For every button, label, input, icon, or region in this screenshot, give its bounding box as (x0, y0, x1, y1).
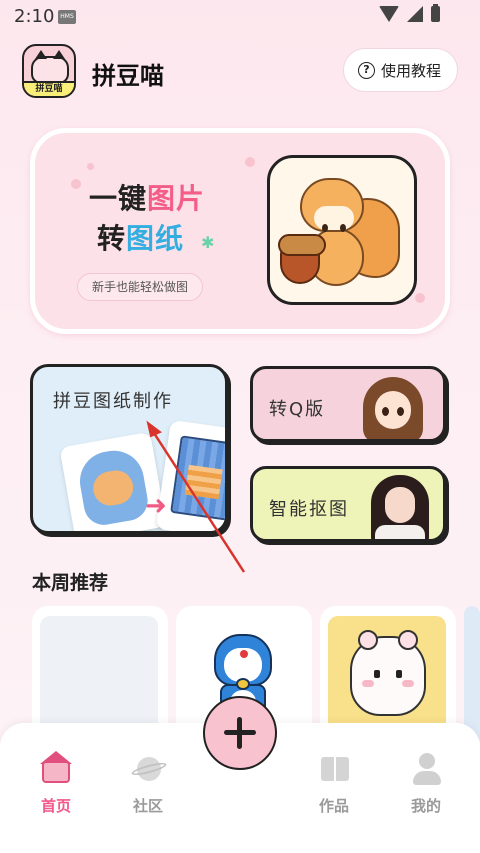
squirrel-eye (322, 224, 328, 232)
hamster-pixel-image (328, 616, 446, 736)
recommend-placeholder-image (40, 616, 158, 736)
squirrel-illustration (267, 155, 417, 305)
smart-cutout-title: 智能抠图 (269, 499, 349, 520)
photo-body (375, 525, 425, 539)
hms-badge: HMS (58, 10, 76, 24)
photo-face (385, 487, 415, 523)
nav-mine[interactable]: 我的 (386, 751, 466, 816)
help-icon: ? (357, 61, 375, 79)
squirrel-head (300, 178, 364, 232)
hamster-cheek (362, 680, 374, 687)
app-title: 拼豆喵 (92, 62, 164, 90)
hamster-eye (374, 670, 380, 678)
book-shape (321, 757, 349, 781)
cat-photo-image (75, 445, 151, 529)
home-icon (39, 751, 73, 785)
wifi-icon (379, 6, 399, 22)
pixel-cat-image (170, 435, 225, 521)
hamster-eye (396, 670, 402, 678)
hamster-cheek (402, 680, 414, 687)
status-icons (379, 4, 440, 22)
tutorial-label: 使用教程 (380, 61, 441, 80)
girl-photo-image (367, 471, 433, 539)
nav-mine-label: 我的 (410, 797, 441, 815)
plus-icon-vertical (237, 717, 242, 749)
nav-community[interactable]: 社区 (108, 751, 188, 816)
convert-arrow-icon: ➜ (145, 491, 167, 521)
nav-home[interactable]: 首页 (16, 751, 96, 816)
nav-community-label: 社区 (132, 797, 163, 815)
doraemon-nose (240, 650, 248, 658)
bead-pattern-maker-title: 拼豆图纸制作 (53, 391, 173, 412)
hero-headline-1: 一键图片 (89, 177, 205, 217)
chibi-girl-image (359, 375, 427, 439)
hero-line2-highlight: 图纸 (126, 222, 185, 255)
community-icon (130, 751, 168, 785)
battery-icon (431, 4, 440, 22)
tutorial-button[interactable]: ? 使用教程 (342, 48, 458, 92)
doraemon-bell (236, 678, 250, 690)
q-style-title: 转Q版 (269, 399, 326, 420)
decor-dot (245, 157, 255, 167)
home-shape (42, 761, 70, 783)
hamster-figure (350, 630, 426, 716)
cat-logo-icon (31, 50, 69, 84)
chibi-face (375, 391, 411, 429)
cellular-icon (407, 6, 423, 22)
sparkle-icon: ✱ (201, 233, 215, 252)
status-time: 2:10 (14, 6, 55, 27)
hero-line1-highlight: 图片 (147, 182, 206, 215)
user-head (419, 753, 435, 769)
app-logo: 拼豆喵 (22, 44, 76, 98)
hero-line2-prefix: 转 (97, 222, 127, 255)
smart-cutout-card[interactable]: 智能抠图 (250, 466, 446, 542)
logo-text: 拼豆喵 (24, 81, 74, 96)
weekly-recommend-title: 本周推荐 (32, 572, 109, 594)
decor-dot (415, 293, 425, 303)
squirrel-eye (340, 224, 346, 232)
bead-pattern-maker-card[interactable]: 拼豆图纸制作 ➜ (30, 364, 228, 534)
status-bar: 2:10 HMS (0, 0, 480, 34)
profile-icon (409, 751, 443, 785)
nav-home-label: 首页 (40, 797, 71, 815)
hero-line1-prefix: 一键 (89, 182, 148, 215)
decor-dot (87, 163, 94, 170)
create-button[interactable] (203, 696, 277, 770)
works-icon (317, 751, 351, 785)
decor-dot (71, 179, 81, 189)
nav-works[interactable]: 作品 (294, 751, 374, 816)
user-body (413, 771, 441, 785)
acorn-icon (278, 234, 326, 284)
q-style-card[interactable]: 转Q版 (250, 366, 446, 442)
hero-subtitle: 新手也能轻松做图 (77, 273, 204, 301)
squirrel-face (314, 206, 354, 232)
nav-works-label: 作品 (318, 797, 349, 815)
hero-banner[interactable]: 一键图片 转图纸 ✱ 新手也能轻松做图 (30, 128, 450, 334)
hero-headline-2: 转图纸 (97, 217, 184, 257)
